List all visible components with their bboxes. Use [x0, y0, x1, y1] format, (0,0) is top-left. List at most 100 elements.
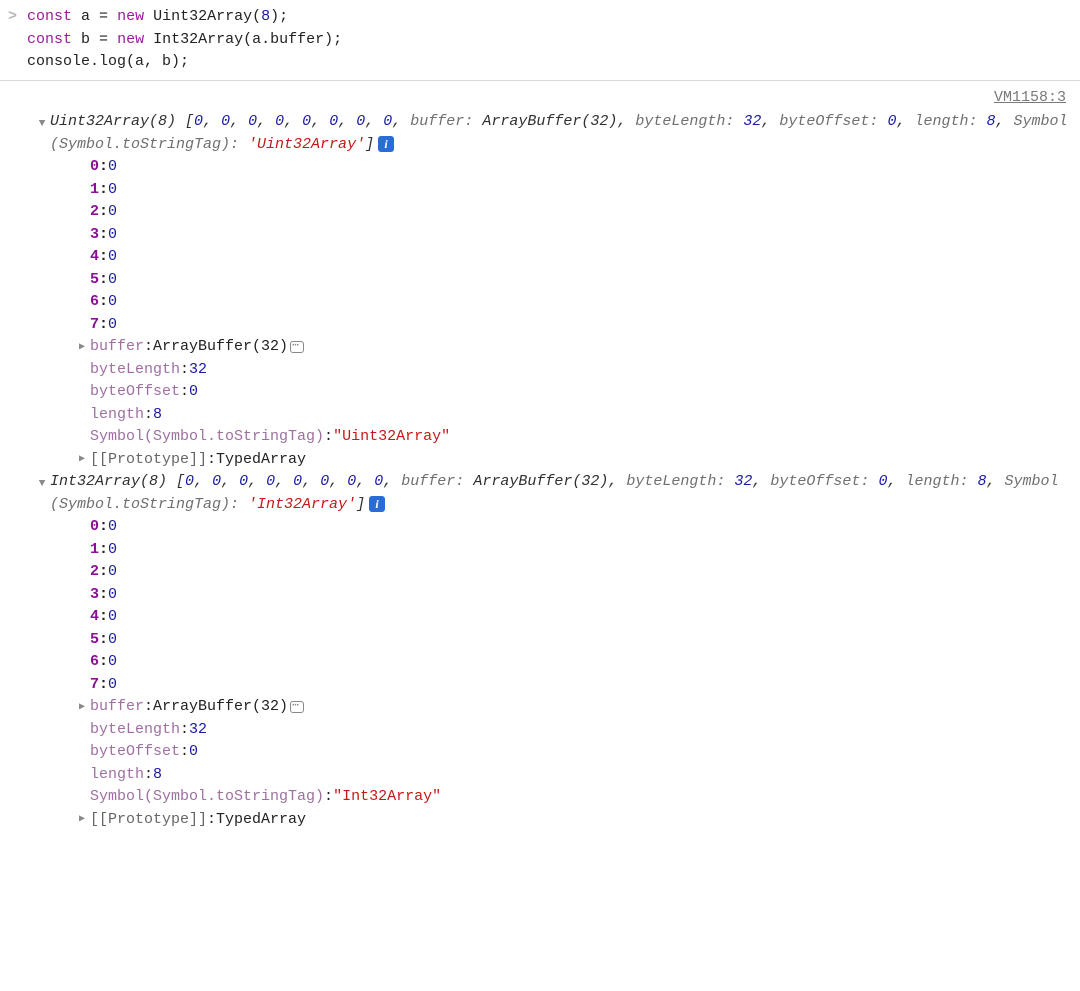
property-row[interactable]: ▶[[Prototype]]: TypedArray [74, 449, 1080, 472]
object-summary[interactable]: ▼Int32Array(8) [0, 0, 0, 0, 0, 0, 0, 0, … [34, 471, 1080, 516]
property-value: TypedArray [216, 449, 306, 472]
property-value: 0 [108, 156, 117, 179]
property-key: Symbol(Symbol.toStringTag) [90, 426, 324, 449]
property-key: 1 [90, 179, 99, 202]
memory-icon[interactable] [290, 341, 304, 353]
property-list: 0: 01: 02: 03: 04: 05: 06: 07: 0▶buffer:… [34, 516, 1080, 831]
devtools-console: > const a = new Uint32Array(8); const b … [0, 0, 1080, 841]
property-key: 7 [90, 674, 99, 697]
property-key: [[Prototype]] [90, 449, 207, 472]
property-row[interactable]: byteLength: 32 [74, 719, 1080, 742]
property-list: 0: 01: 02: 03: 04: 05: 06: 07: 0▶buffer:… [34, 156, 1080, 471]
property-row[interactable]: 0: 0 [74, 516, 1080, 539]
property-value: 0 [108, 224, 117, 247]
disclosure-triangle-icon[interactable]: ▶ [74, 812, 90, 827]
property-key: 6 [90, 291, 99, 314]
property-value: 32 [189, 719, 207, 742]
disclosure-triangle-icon[interactable]: ▼ [34, 111, 50, 133]
property-value: 0 [108, 179, 117, 202]
property-key: 4 [90, 246, 99, 269]
property-row[interactable]: Symbol(Symbol.toStringTag): "Int32Array" [74, 786, 1080, 809]
logged-object: ▼Uint32Array(8) [0, 0, 0, 0, 0, 0, 0, 0,… [0, 111, 1080, 471]
property-row[interactable]: 3: 0 [74, 584, 1080, 607]
console-input-code: const a = new Uint32Array(8); const b = … [27, 6, 342, 74]
property-row[interactable]: 1: 0 [74, 179, 1080, 202]
property-key: byteOffset [90, 741, 180, 764]
property-row[interactable]: ▶buffer: ArrayBuffer(32) [74, 696, 1080, 719]
property-row[interactable]: 0: 0 [74, 156, 1080, 179]
console-input-row[interactable]: > const a = new Uint32Array(8); const b … [0, 4, 1080, 81]
property-value: 0 [189, 741, 198, 764]
input-prompt-icon: > [8, 6, 17, 74]
property-key: buffer [90, 696, 144, 719]
disclosure-triangle-icon[interactable]: ▶ [74, 452, 90, 467]
property-key: 1 [90, 539, 99, 562]
property-row[interactable]: ▶buffer: ArrayBuffer(32) [74, 336, 1080, 359]
property-row[interactable]: byteOffset: 0 [74, 381, 1080, 404]
property-row[interactable]: byteLength: 32 [74, 359, 1080, 382]
property-key: 2 [90, 201, 99, 224]
property-row[interactable]: length: 8 [74, 764, 1080, 787]
property-key: byteLength [90, 719, 180, 742]
info-badge-icon[interactable]: i [378, 136, 394, 152]
logged-object: ▼Int32Array(8) [0, 0, 0, 0, 0, 0, 0, 0, … [0, 471, 1080, 831]
property-row[interactable]: 1: 0 [74, 539, 1080, 562]
property-key: 0 [90, 156, 99, 179]
property-key: 4 [90, 606, 99, 629]
property-key: byteLength [90, 359, 180, 382]
property-value: 8 [153, 404, 162, 427]
property-key: 3 [90, 224, 99, 247]
property-row[interactable]: 4: 0 [74, 246, 1080, 269]
property-value: 0 [108, 314, 117, 337]
property-row[interactable]: 5: 0 [74, 629, 1080, 652]
property-row[interactable]: length: 8 [74, 404, 1080, 427]
property-value: 0 [108, 629, 117, 652]
property-row[interactable]: 2: 0 [74, 561, 1080, 584]
property-value: 0 [108, 674, 117, 697]
property-key: 3 [90, 584, 99, 607]
object-summary[interactable]: ▼Uint32Array(8) [0, 0, 0, 0, 0, 0, 0, 0,… [34, 111, 1080, 156]
disclosure-triangle-icon[interactable]: ▶ [74, 340, 90, 355]
property-value: 0 [108, 291, 117, 314]
source-link[interactable]: VM1158:3 [0, 85, 1080, 112]
property-row[interactable]: 4: 0 [74, 606, 1080, 629]
property-value: ArrayBuffer(32) [153, 336, 288, 359]
property-row[interactable]: 6: 0 [74, 291, 1080, 314]
property-row[interactable]: byteOffset: 0 [74, 741, 1080, 764]
property-key: [[Prototype]] [90, 809, 207, 832]
property-value: 0 [108, 561, 117, 584]
property-value: 8 [153, 764, 162, 787]
property-key: buffer [90, 336, 144, 359]
property-key: Symbol(Symbol.toStringTag) [90, 786, 324, 809]
property-row[interactable]: 2: 0 [74, 201, 1080, 224]
property-value: 0 [108, 269, 117, 292]
memory-icon[interactable] [290, 701, 304, 713]
disclosure-triangle-icon[interactable]: ▼ [34, 471, 50, 493]
property-value: 0 [108, 246, 117, 269]
property-value: 0 [108, 606, 117, 629]
property-key: 2 [90, 561, 99, 584]
property-row[interactable]: ▶[[Prototype]]: TypedArray [74, 809, 1080, 832]
property-key: 7 [90, 314, 99, 337]
property-row[interactable]: 5: 0 [74, 269, 1080, 292]
property-row[interactable]: 7: 0 [74, 314, 1080, 337]
disclosure-triangle-icon[interactable]: ▶ [74, 700, 90, 715]
property-key: 5 [90, 629, 99, 652]
property-value: 0 [108, 539, 117, 562]
summary-text: Int32Array(8) [0, 0, 0, 0, 0, 0, 0, 0, b… [50, 471, 1080, 516]
property-value: ArrayBuffer(32) [153, 696, 288, 719]
property-row[interactable]: 3: 0 [74, 224, 1080, 247]
property-value: "Uint32Array" [333, 426, 450, 449]
property-value: 0 [108, 516, 117, 539]
property-value: TypedArray [216, 809, 306, 832]
property-row[interactable]: Symbol(Symbol.toStringTag): "Uint32Array… [74, 426, 1080, 449]
summary-text: Uint32Array(8) [0, 0, 0, 0, 0, 0, 0, 0, … [50, 111, 1080, 156]
property-value: 0 [189, 381, 198, 404]
property-key: length [90, 764, 144, 787]
info-badge-icon[interactable]: i [369, 496, 385, 512]
property-value: 32 [189, 359, 207, 382]
property-key: 0 [90, 516, 99, 539]
property-row[interactable]: 6: 0 [74, 651, 1080, 674]
property-key: 5 [90, 269, 99, 292]
property-row[interactable]: 7: 0 [74, 674, 1080, 697]
